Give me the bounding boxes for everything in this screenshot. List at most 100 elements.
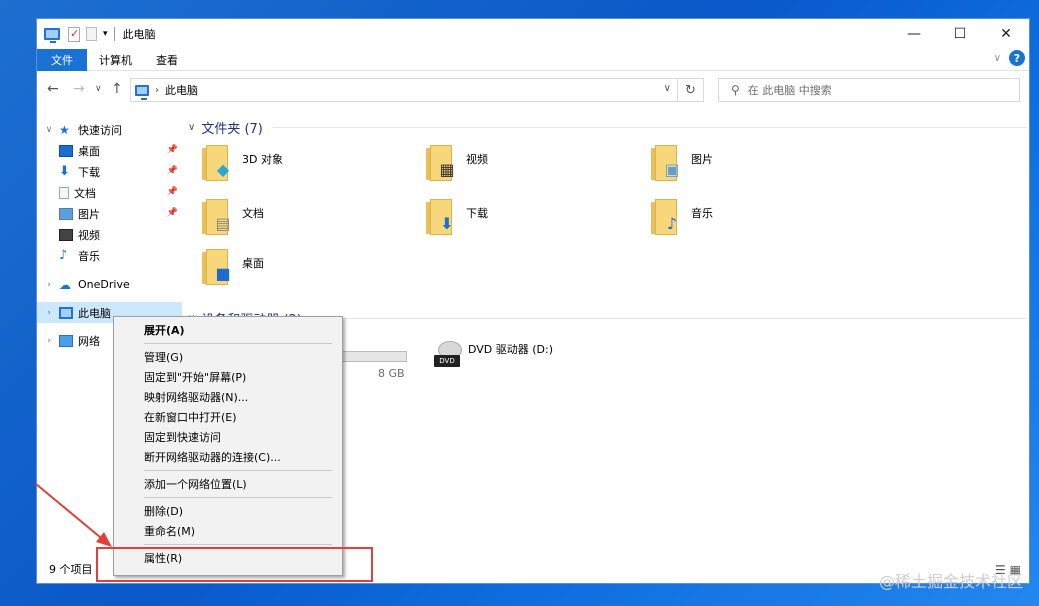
- forward-arrow-icon[interactable]: →: [73, 81, 85, 97]
- up-arrow-icon[interactable]: ↑: [111, 81, 123, 97]
- dvd-badge: DVD: [434, 355, 460, 367]
- folder-pictures[interactable]: ▣ 图片: [651, 145, 871, 195]
- menu-item-pin-to-start[interactable]: 固定到"开始"屏幕(P): [114, 367, 342, 387]
- this-pc-icon: [135, 84, 149, 100]
- address-bar[interactable]: › 此电脑 ∨: [130, 78, 678, 102]
- menu-separator: [144, 470, 332, 471]
- status-item-count: 9 个项目: [49, 563, 93, 576]
- search-placeholder: 在 此电脑 中搜索: [747, 84, 832, 97]
- sidebar-item-label: 网络: [78, 334, 100, 348]
- download-arrow-icon: ⬇: [440, 213, 454, 233]
- dvd-drive[interactable]: DVD DVD 驱动器 (D:): [432, 337, 632, 377]
- customize-quick-access-icon[interactable]: ▾: [103, 29, 108, 39]
- pin-icon: 📌: [166, 187, 178, 197]
- breadcrumb-chevron-icon[interactable]: ›: [155, 85, 159, 96]
- help-button[interactable]: ?: [1009, 50, 1025, 66]
- tab-file[interactable]: 文件: [37, 48, 87, 71]
- folder-name: 文档: [242, 207, 264, 220]
- expand-chevron-icon[interactable]: ›: [43, 308, 55, 318]
- menu-separator: [144, 544, 332, 545]
- pin-icon: 📌: [166, 166, 178, 176]
- menu-item-pin-quick-access[interactable]: 固定到快速访问: [114, 427, 342, 447]
- sidebar-item-downloads[interactable]: ⬇ 下载 📌: [37, 161, 182, 182]
- folder-desktop[interactable]: ■ 桌面: [202, 249, 422, 299]
- folders-group-header[interactable]: ∨ 文件夹 (7): [182, 118, 1027, 137]
- ribbon-tabs: 文件 计算机 查看 ∨ ?: [37, 48, 1029, 71]
- expand-chevron-icon[interactable]: ›: [43, 280, 55, 290]
- folder-music[interactable]: ♪ 音乐: [651, 199, 871, 249]
- folder-3d-objects[interactable]: ◆ 3D 对象: [202, 145, 422, 195]
- menu-item-rename[interactable]: 重命名(M): [114, 521, 342, 541]
- collapse-chevron-icon[interactable]: ∨: [188, 122, 195, 133]
- sidebar-item-desktop[interactable]: 桌面 📌: [37, 140, 182, 161]
- new-folder-quick-icon[interactable]: [86, 27, 97, 41]
- sidebar-item-videos[interactable]: 视频: [37, 224, 182, 245]
- star-icon: ★: [59, 122, 70, 137]
- folder-videos[interactable]: ▦ 视频: [426, 145, 646, 195]
- tab-view[interactable]: 查看: [144, 49, 190, 71]
- sidebar-item-pictures[interactable]: 图片 📌: [37, 203, 182, 224]
- maximize-button[interactable]: ☐: [937, 19, 983, 49]
- music-note-icon: ♪: [59, 247, 68, 263]
- refresh-button[interactable]: ↻: [678, 78, 704, 102]
- close-button[interactable]: ✕: [983, 19, 1029, 49]
- download-arrow-icon: ⬇: [59, 163, 70, 179]
- tab-computer[interactable]: 计算机: [87, 49, 144, 71]
- menu-item-manage[interactable]: 管理(G): [114, 347, 342, 367]
- sidebar-item-quick-access[interactable]: ∨ ★ 快速访问: [37, 119, 182, 140]
- menu-item-delete[interactable]: 删除(D): [114, 501, 342, 521]
- menu-separator: [144, 343, 332, 344]
- drive-free-space: 8 GB: [378, 367, 405, 380]
- minimize-button[interactable]: —: [891, 19, 937, 49]
- cube-icon: ◆: [216, 159, 230, 179]
- folder-name: 桌面: [242, 257, 264, 270]
- window-title: 此电脑: [122, 28, 156, 41]
- folder-downloads[interactable]: ⬇ 下载: [426, 199, 646, 249]
- folder-name: 音乐: [691, 207, 713, 220]
- sidebar-item-label: 此电脑: [78, 306, 111, 320]
- sidebar-item-label: 视频: [78, 228, 100, 242]
- document-icon: [59, 186, 69, 199]
- film-icon: [59, 228, 73, 241]
- context-menu: 展开(A) 管理(G) 固定到"开始"屏幕(P) 映射网络驱动器(N)... 在…: [113, 316, 343, 576]
- navigation-bar: ← → ∨ ↑ › 此电脑 ∨ ↻ ⚲ 在 此电脑 中搜索: [37, 75, 1029, 105]
- watermark: @稀土掘金技术社区: [878, 572, 1023, 591]
- sidebar-item-label: OneDrive: [78, 278, 130, 291]
- back-arrow-icon[interactable]: ←: [47, 81, 59, 97]
- picture-icon: ▣: [664, 159, 680, 179]
- folder-documents[interactable]: ▤ 文档: [202, 199, 422, 249]
- desktop-icon: [59, 144, 73, 157]
- cloud-icon: ☁: [59, 277, 71, 292]
- search-input[interactable]: ⚲ 在 此电脑 中搜索: [718, 78, 1020, 102]
- sidebar-item-label: 桌面: [78, 144, 100, 158]
- address-dropdown-icon[interactable]: ∨: [664, 83, 671, 94]
- recent-locations-icon[interactable]: ∨: [95, 84, 102, 94]
- menu-item-open-new-window[interactable]: 在新窗口中打开(E): [114, 407, 342, 427]
- folder-name: 视频: [466, 153, 488, 166]
- menu-item-add-network-location[interactable]: 添加一个网络位置(L): [114, 474, 342, 494]
- sidebar-item-music[interactable]: ♪ 音乐: [37, 245, 182, 266]
- menu-item-map-network-drive[interactable]: 映射网络驱动器(N)...: [114, 387, 342, 407]
- sidebar-item-onedrive[interactable]: › ☁ OneDrive: [37, 274, 182, 295]
- menu-item-disconnect-network-drive[interactable]: 断开网络驱动器的连接(C)...: [114, 447, 342, 467]
- menu-item-expand[interactable]: 展开(A): [114, 320, 342, 340]
- expand-ribbon-icon[interactable]: ∨: [994, 53, 1001, 64]
- annotation-arrow: [35, 483, 112, 547]
- folder-name: 下载: [466, 207, 488, 220]
- collapse-chevron-icon[interactable]: ∨: [43, 125, 55, 135]
- annotation-highlight-box: [96, 547, 373, 582]
- sidebar-item-documents[interactable]: 文档 📌: [37, 182, 182, 203]
- network-icon: [59, 334, 73, 347]
- properties-quick-icon[interactable]: [68, 26, 80, 42]
- ribbon-right: ∨ ?: [994, 50, 1025, 66]
- pin-icon: 📌: [166, 145, 178, 155]
- menu-separator: [144, 497, 332, 498]
- film-icon: ▦: [439, 159, 455, 179]
- picture-icon: [59, 207, 73, 220]
- expand-chevron-icon[interactable]: ›: [43, 336, 55, 346]
- sidebar-item-label: 文档: [74, 186, 96, 200]
- title-separator: [113, 27, 115, 41]
- breadcrumb-this-pc[interactable]: 此电脑: [165, 82, 198, 98]
- sidebar-item-label: 快速访问: [78, 123, 122, 137]
- window-controls: — ☐ ✕: [891, 19, 1029, 49]
